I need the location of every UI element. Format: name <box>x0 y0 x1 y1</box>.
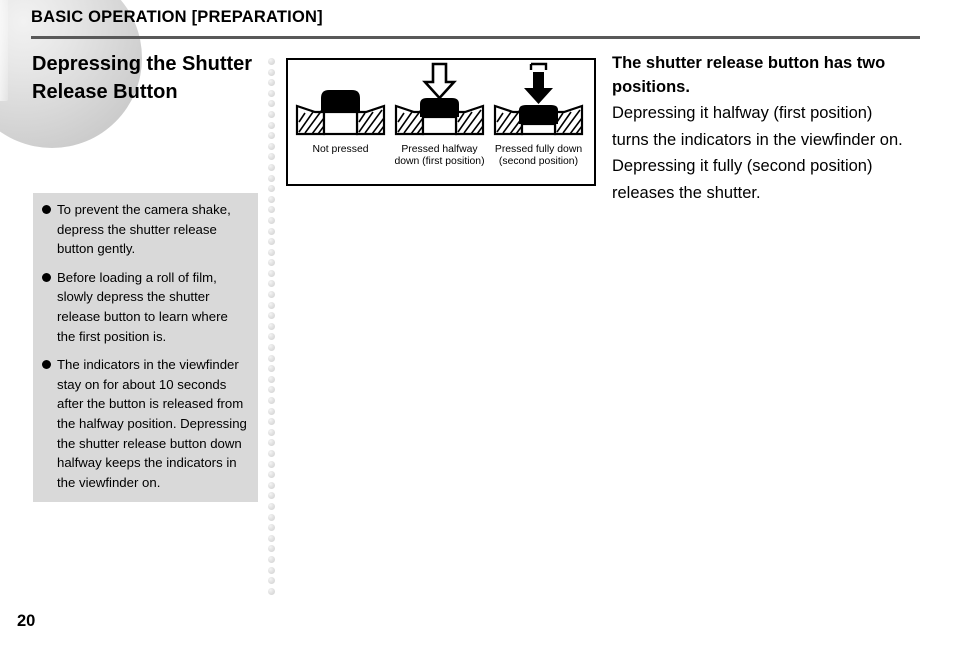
shutter-button-figure: Not pressed Pressed halfway down (first … <box>286 58 596 186</box>
divider-dot <box>268 460 275 468</box>
note-text: The indicators in the viewfinder stay on… <box>57 357 247 490</box>
divider-dot <box>268 322 275 330</box>
right-column: The shutter release button has two posit… <box>612 52 912 206</box>
figure-panel-pressed-fully: Pressed fully down (second position) <box>489 60 588 184</box>
divider-dot <box>268 407 275 415</box>
notes-panel: To prevent the camera shake, depress the… <box>33 193 258 503</box>
divider-dot <box>268 481 275 489</box>
divider-dot <box>268 397 275 404</box>
divider-dot <box>268 344 275 352</box>
divider-dot <box>268 89 275 97</box>
divider-dot <box>268 100 275 108</box>
bullet-icon <box>42 272 51 282</box>
divider-dot <box>268 153 275 161</box>
divider-dot <box>268 248 275 256</box>
button-not-pressed-diagram <box>295 90 386 136</box>
divider-dot <box>268 555 275 563</box>
travel-bracket-icon <box>529 62 548 70</box>
figure-caption: Pressed fully down (second position) <box>494 144 583 168</box>
bullet-icon <box>42 360 51 370</box>
page-header-title: BASIC OPERATION [PREPARATION] <box>31 8 323 26</box>
decorative-band <box>0 0 8 101</box>
header-divider-rule <box>31 36 920 39</box>
solid-down-arrow-icon <box>524 72 553 104</box>
list-item: To prevent the camera shake, depress the… <box>33 200 258 259</box>
divider-dot <box>268 121 275 129</box>
divider-dot <box>268 280 275 288</box>
divider-dot <box>268 206 275 214</box>
hollow-down-arrow-icon <box>422 62 457 100</box>
figure-caption: Pressed halfway down (first position) <box>394 144 485 168</box>
section-title: Depressing the Shutter Release Button <box>32 53 253 103</box>
divider-dot <box>268 58 275 65</box>
divider-dot <box>268 386 275 394</box>
list-item: The indicators in the viewfinder stay on… <box>33 355 258 492</box>
figure-caption: Not pressed <box>312 144 369 155</box>
divider-dot <box>268 513 275 521</box>
bullet-icon <box>42 205 51 214</box>
divider-dot <box>268 174 275 182</box>
note-text: Before loading a roll of film, slowly de… <box>57 269 228 344</box>
divider-dot <box>268 68 275 76</box>
divider-dot <box>268 545 275 553</box>
figure-panel-not-pressed: Not pressed <box>291 60 390 184</box>
divider-dot <box>268 524 275 532</box>
divider-dot <box>268 418 275 426</box>
divider-dot <box>268 216 275 224</box>
right-column-heading: The shutter release button has two posit… <box>612 54 886 96</box>
divider-dot <box>268 534 275 542</box>
divider-dot <box>268 291 275 299</box>
page-number: 20 <box>17 612 36 630</box>
divider-dot <box>268 185 275 193</box>
divider-dot <box>268 354 275 362</box>
divider-dot <box>268 227 275 235</box>
divider-dot <box>268 110 275 118</box>
button-pressed-fully-diagram <box>493 62 584 136</box>
divider-dot <box>268 449 275 457</box>
divider-dot <box>268 142 275 150</box>
divider-dot <box>268 163 275 171</box>
list-item: Before loading a roll of film, slowly de… <box>33 268 258 346</box>
divider-dot <box>268 312 275 320</box>
divider-dot <box>268 301 275 309</box>
divider-dot <box>268 365 275 373</box>
note-text: To prevent the camera shake, depress the… <box>57 202 231 257</box>
divider-dot <box>268 132 275 140</box>
divider-dot <box>268 79 275 87</box>
divider-dot <box>268 259 275 267</box>
button-pressed-halfway-diagram <box>394 62 485 136</box>
divider-dot <box>268 375 275 383</box>
divider-dot <box>268 238 275 246</box>
divider-dot <box>268 195 275 203</box>
divider-dot <box>268 471 275 479</box>
figure-panel-pressed-halfway: Pressed halfway down (first position) <box>390 60 489 184</box>
divider-dot <box>268 587 275 595</box>
divider-dot <box>268 269 275 277</box>
divider-dot <box>268 577 275 585</box>
divider-dot <box>268 566 275 574</box>
dotted-divider <box>268 58 276 608</box>
divider-dot <box>268 492 275 500</box>
divider-dot <box>268 333 275 341</box>
divider-dot <box>268 428 275 436</box>
right-column-body: Depressing it halfway (first position) t… <box>612 104 903 202</box>
divider-dot <box>268 502 275 510</box>
divider-dot <box>268 439 275 447</box>
